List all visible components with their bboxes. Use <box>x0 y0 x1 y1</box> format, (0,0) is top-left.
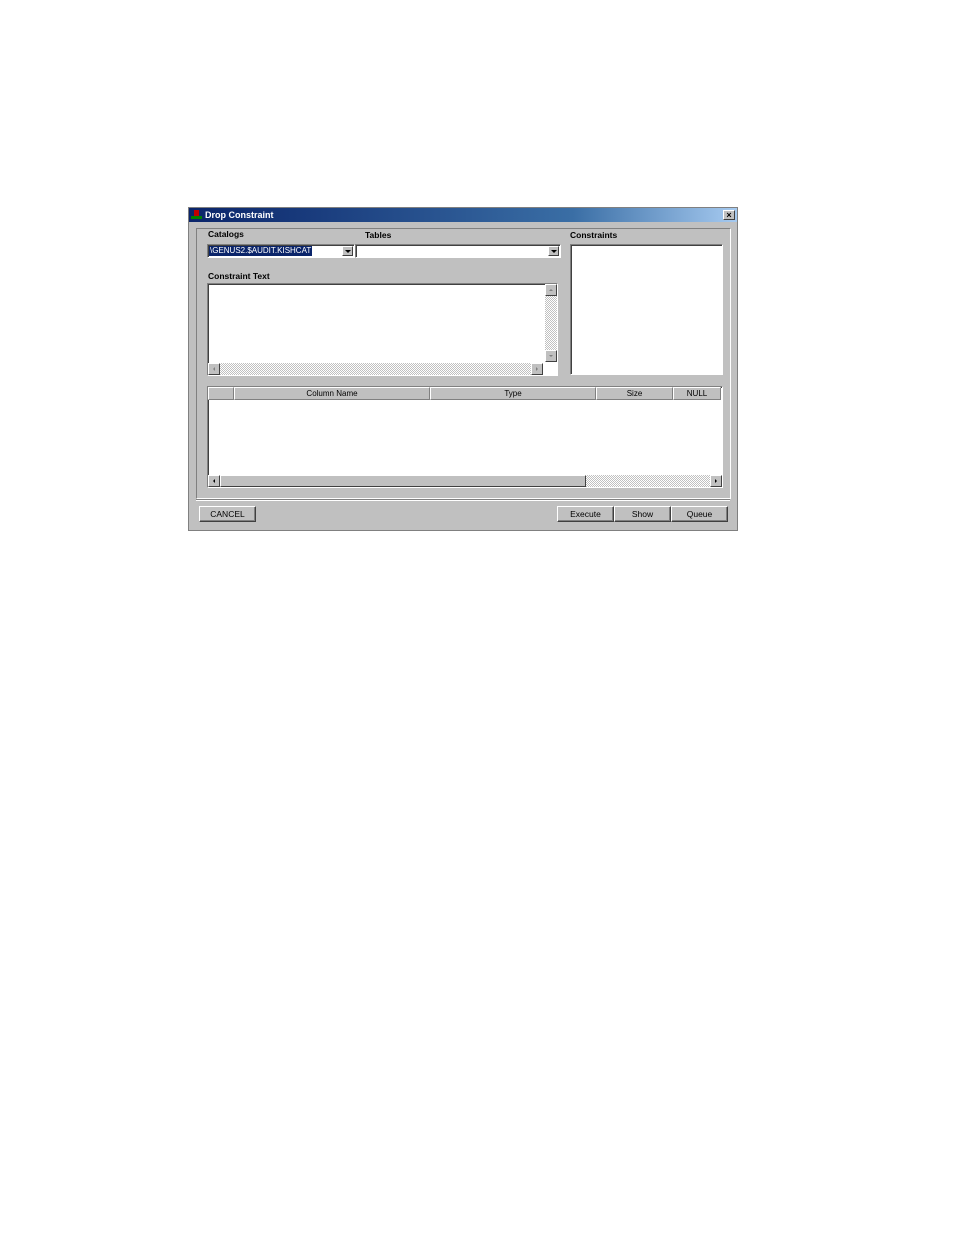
arrow-right-icon <box>536 367 538 371</box>
constraints-label: Constraints <box>570 230 618 240</box>
show-button[interactable]: Show <box>614 506 671 522</box>
title-bar[interactable]: Drop Constraint × <box>189 208 737 222</box>
close-button[interactable]: × <box>723 210 735 220</box>
grid-header-rowselector <box>208 387 234 400</box>
window-title: Drop Constraint <box>205 210 274 220</box>
arrow-right-icon <box>715 479 717 483</box>
arrow-down-icon <box>549 355 553 357</box>
separator <box>196 499 730 501</box>
grid-scroll-thumb[interactable] <box>220 475 586 487</box>
arrow-up-icon <box>549 289 553 291</box>
tables-dropdown-button[interactable] <box>548 246 559 256</box>
tables-combo[interactable] <box>355 244 561 258</box>
constraint-text-vscrollbar[interactable] <box>545 284 557 362</box>
grid-header-column-name[interactable]: Column Name <box>234 387 430 400</box>
scroll-left-button[interactable] <box>208 475 220 487</box>
scroll-up-button[interactable] <box>545 284 557 296</box>
drop-constraint-dialog: Drop Constraint × Catalogs \GENUS2.$AUDI… <box>188 207 738 531</box>
catalogs-combo[interactable]: \GENUS2.$AUDIT.KISHCAT <box>207 244 355 258</box>
columns-grid[interactable]: Column Name Type Size NULL <box>207 386 723 488</box>
scroll-down-button[interactable] <box>545 350 557 362</box>
scroll-right-button[interactable] <box>710 475 722 487</box>
constraint-text-label: Constraint Text <box>208 271 270 281</box>
grid-header-type[interactable]: Type <box>430 387 596 400</box>
app-icon <box>191 210 202 220</box>
tables-label: Tables <box>365 230 392 240</box>
constraints-listbox[interactable] <box>570 244 723 375</box>
chevron-down-icon <box>345 250 351 253</box>
constraint-text-area[interactable] <box>207 283 558 376</box>
chevron-down-icon <box>551 250 557 253</box>
arrow-left-icon <box>213 479 215 483</box>
grid-hscrollbar[interactable] <box>208 475 722 487</box>
cancel-button[interactable]: CANCEL <box>199 506 256 522</box>
grid-header-size[interactable]: Size <box>596 387 673 400</box>
catalogs-dropdown-button[interactable] <box>342 246 353 256</box>
catalogs-label: Catalogs <box>208 229 244 239</box>
execute-button[interactable]: Execute <box>557 506 614 522</box>
arrow-left-icon <box>213 367 215 371</box>
scroll-right-button[interactable] <box>531 363 543 375</box>
constraint-text-hscrollbar[interactable] <box>208 363 543 375</box>
scroll-left-button[interactable] <box>208 363 220 375</box>
grid-header-null[interactable]: NULL <box>673 387 721 400</box>
queue-button[interactable]: Queue <box>671 506 728 522</box>
catalogs-selected-value: \GENUS2.$AUDIT.KISHCAT <box>209 246 313 256</box>
